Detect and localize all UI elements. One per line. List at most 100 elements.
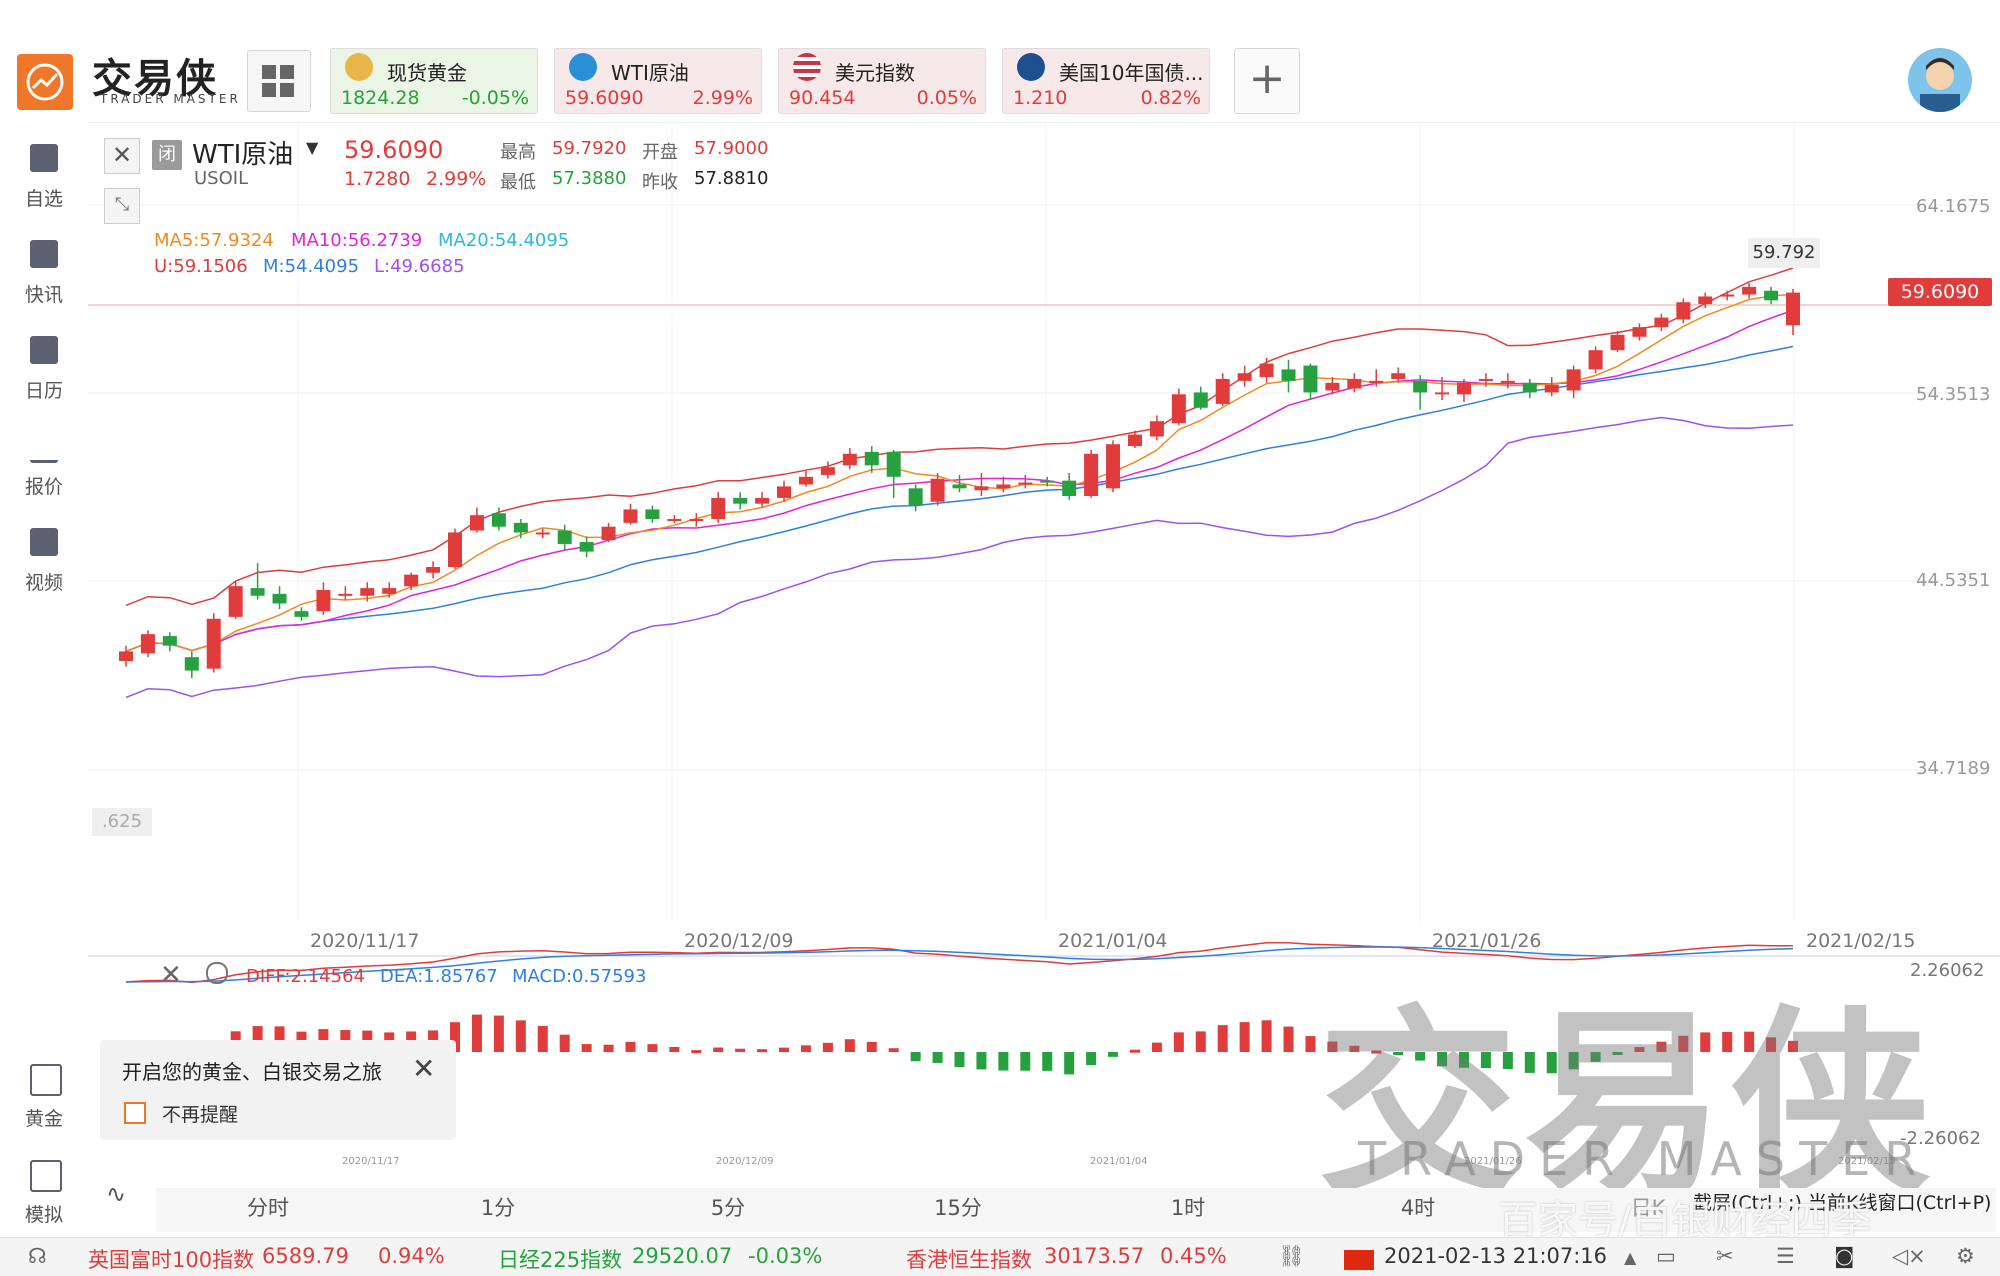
close-chart-button[interactable]: ✕: [104, 138, 140, 174]
macd-bar: [1086, 1052, 1097, 1066]
candle-body: [623, 509, 638, 523]
quote-card-gold[interactable]: 现货黄金 1824.28 -0.05%: [330, 48, 538, 114]
candle-body: [711, 497, 726, 520]
candle-body: [755, 497, 770, 504]
macd-bar: [954, 1052, 965, 1068]
sidebar-item-calendar[interactable]: 日历: [0, 336, 88, 416]
index-change: 0.94%: [378, 1244, 445, 1268]
index-value: 29520.07: [632, 1244, 733, 1268]
open-label: 开盘: [642, 142, 678, 163]
settings-gear-icon[interactable]: ⚙: [1956, 1244, 1975, 1268]
date-tick: 2021/01/04: [1058, 930, 1168, 952]
period-tab[interactable]: 1时: [1148, 1192, 1228, 1222]
candle-body: [338, 593, 353, 596]
index-name[interactable]: 日经225指数: [498, 1244, 622, 1274]
quote-card-dxy[interactable]: 美元指数 90.454 0.05%: [778, 48, 986, 114]
candle-body: [1720, 294, 1735, 297]
mini-date: 2020/12/09: [716, 1156, 774, 1167]
mini-date: 2021/01/04: [1090, 1156, 1148, 1167]
mute-icon[interactable]: ◁×: [1892, 1244, 1926, 1268]
calendar-icon: [30, 336, 58, 364]
macd-dea-label: DEA:1.85767: [380, 966, 498, 987]
grid-layout-button[interactable]: [247, 50, 311, 112]
candle-body: [1281, 369, 1296, 381]
instrument-name[interactable]: WTI原油: [192, 134, 293, 171]
settings-icon[interactable]: [206, 962, 228, 984]
candle-body: [689, 519, 704, 522]
candle-body: [404, 574, 419, 587]
user-avatar[interactable]: [1908, 48, 1972, 112]
index-name[interactable]: 香港恒生指数: [906, 1244, 1032, 1274]
candle-body: [1062, 480, 1077, 497]
macd-bar: [822, 1042, 833, 1052]
quote-card-wti[interactable]: WTI原油 59.6090 2.99%: [554, 48, 762, 114]
period-tab[interactable]: 4时: [1378, 1192, 1458, 1222]
close-macd-button[interactable]: ✕: [160, 960, 182, 990]
tools-icon[interactable]: ✂: [1716, 1244, 1734, 1268]
candle-body: [820, 467, 835, 475]
high-value: 59.7920: [552, 138, 627, 159]
indicator-icon[interactable]: ∿: [106, 1180, 126, 1208]
period-tab[interactable]: 5分: [688, 1192, 768, 1222]
period-tab[interactable]: 15分: [918, 1192, 998, 1222]
bookmark-icon: [30, 144, 58, 172]
link-icon[interactable]: ⛓: [1278, 1244, 1305, 1269]
macd-bar: [779, 1047, 790, 1052]
instrument-symbol: USOIL: [194, 168, 249, 189]
ma20-label: MA20:54.4095: [438, 230, 570, 251]
candle-body: [1325, 382, 1340, 391]
candle-body: [1566, 369, 1581, 391]
date-tick: 2020/12/09: [684, 930, 794, 952]
candle-body: [250, 588, 265, 596]
candle-body: [1413, 380, 1428, 393]
candle-body: [184, 657, 199, 671]
popup-close-button[interactable]: ✕: [412, 1052, 435, 1085]
sidebar-item-quotes[interactable]: 报价: [0, 432, 88, 512]
macd-bar: [647, 1044, 658, 1052]
market-status-badge: 闭: [152, 140, 182, 170]
sidebar-item-gold[interactable]: 黄金: [0, 1064, 88, 1144]
candle-body: [1764, 290, 1779, 301]
macd-bar: [757, 1049, 768, 1053]
datetime: 2021-02-13 21:07:16: [1384, 1244, 1608, 1268]
candle-body: [1435, 392, 1450, 395]
chevron-down-icon[interactable]: ▼: [306, 138, 318, 157]
macd-bar: [1064, 1052, 1075, 1075]
candle-body: [996, 484, 1011, 489]
candle-body: [513, 522, 528, 533]
candle-body: [1215, 378, 1230, 404]
macd-bar: [844, 1039, 855, 1052]
camera-icon[interactable]: ◙: [1834, 1244, 1854, 1268]
quote-card-us10y[interactable]: 美国10年国债... 1.210 0.82%: [1002, 48, 1210, 114]
candle-body: [1522, 382, 1537, 393]
sidebar-item-news[interactable]: 快讯: [0, 240, 88, 320]
price-tick: 54.3513: [1916, 384, 1991, 405]
period-tab[interactable]: 分时: [228, 1192, 308, 1222]
prev-close-label: 昨收: [642, 172, 678, 193]
candle-body: [535, 532, 550, 535]
candle-body: [448, 532, 463, 567]
menu-icon[interactable]: ☰: [1776, 1244, 1795, 1268]
headset-icon[interactable]: ☊: [28, 1244, 47, 1268]
arrow-up-icon[interactable]: ▲: [1624, 1248, 1636, 1267]
chart-toggle-icon[interactable]: ▭: [1656, 1244, 1676, 1268]
sidebar-item-watchlist[interactable]: 自选: [0, 144, 88, 224]
candle-body: [1259, 363, 1274, 378]
sidebar-item-video[interactable]: 视频: [0, 528, 88, 608]
add-quote-button[interactable]: +: [1234, 48, 1300, 114]
macd-bar: [1129, 1049, 1140, 1053]
macd-bar: [581, 1044, 592, 1052]
candle-body: [733, 497, 748, 504]
candle-body: [228, 586, 243, 617]
sidebar-item-label: 快讯: [24, 284, 63, 306]
logo-icon: [17, 54, 73, 110]
candle-body: [952, 484, 967, 489]
dont-remind-checkbox[interactable]: [124, 1102, 146, 1124]
index-change: -0.03%: [748, 1244, 823, 1268]
candle-body: [645, 509, 660, 520]
collapse-icon[interactable]: ⤡: [104, 188, 140, 224]
sidebar-item-simulation[interactable]: 模拟: [0, 1160, 88, 1240]
play-icon: [30, 528, 58, 556]
period-tab[interactable]: 1分: [458, 1192, 538, 1222]
index-name[interactable]: 英国富时100指数: [88, 1244, 254, 1274]
